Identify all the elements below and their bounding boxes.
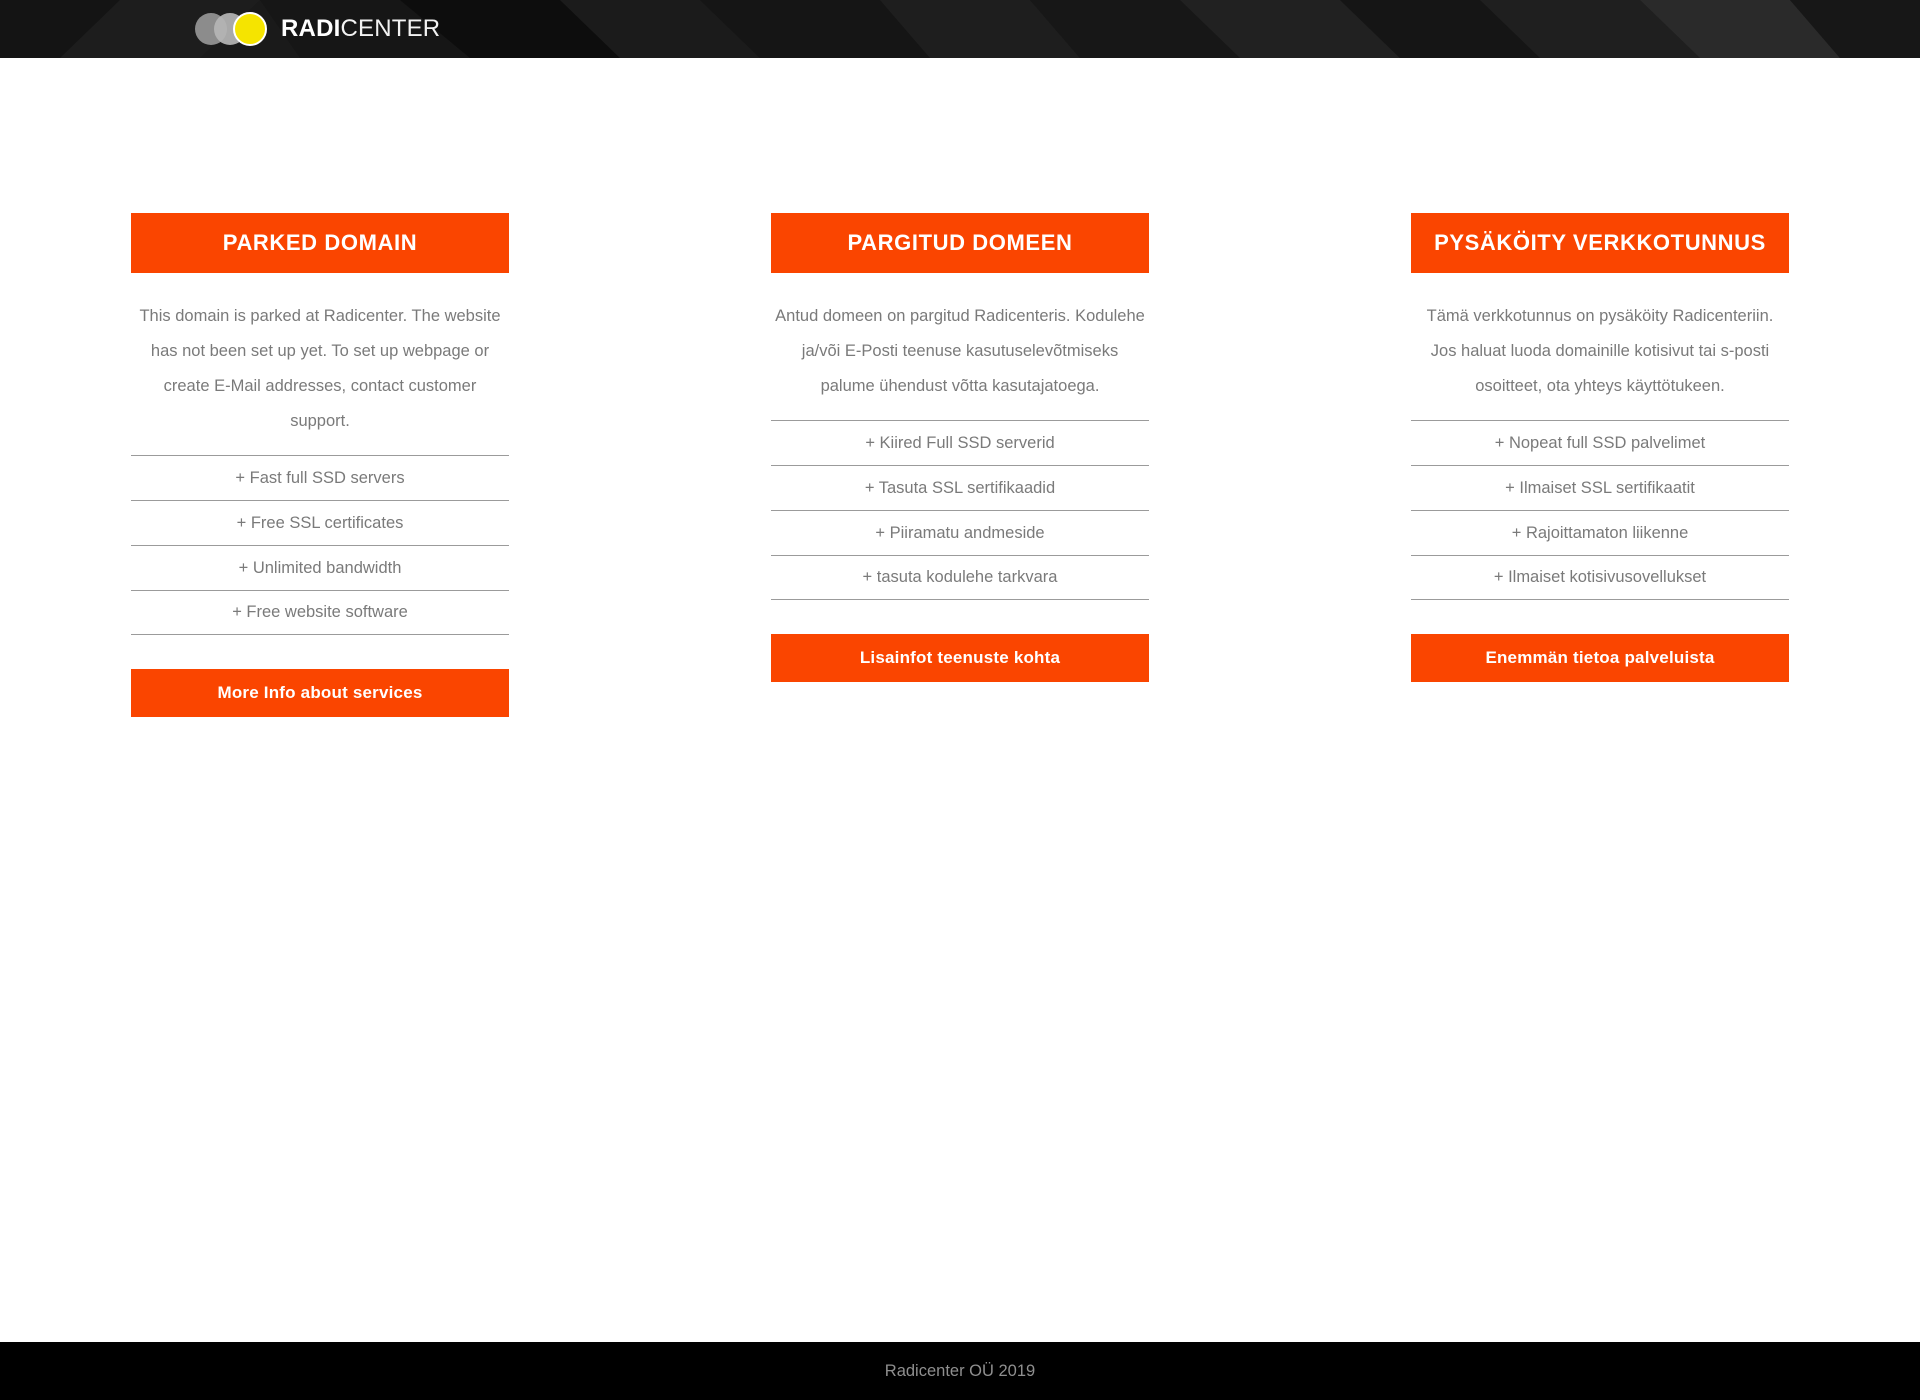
card-parked-domain-en: PARKED DOMAIN This domain is parked at R…: [131, 213, 509, 717]
list-item: + Fast full SSD servers: [131, 455, 509, 500]
feature-list: + Fast full SSD servers + Free SSL certi…: [131, 455, 509, 635]
more-info-button[interactable]: Lisainfot teenuste kohta: [771, 634, 1149, 682]
card-title: PARKED DOMAIN: [131, 213, 509, 273]
list-item: + Free website software: [131, 590, 509, 635]
card-description: Tämä verkkotunnus on pysäköity Radicente…: [1426, 307, 1774, 395]
card-parked-domain-et: PARGITUD DOMEEN Antud domeen on pargitud…: [771, 213, 1149, 717]
card-description: Antud domeen on pargitud Radicenteris. K…: [775, 307, 1145, 395]
list-item: + Kiired Full SSD serverid: [771, 420, 1149, 465]
card-description: This domain is parked at Radicenter. The…: [139, 307, 501, 430]
footer-copyright: Radicenter OÜ 2019: [884, 1361, 1036, 1380]
card-title: PARGITUD DOMEEN: [771, 213, 1149, 273]
list-item: + Free SSL certificates: [131, 500, 509, 545]
card-parked-domain-fi: PYSÄKÖITY VERKKOTUNNUS Tämä verkkotunnus…: [1411, 213, 1789, 717]
logo-wordmark: RADICENTER: [281, 17, 440, 41]
site-header: RADICENTER: [0, 0, 1920, 58]
feature-list: + Nopeat full SSD palvelimet + Ilmaiset …: [1411, 420, 1789, 600]
main-content: PARKED DOMAIN This domain is parked at R…: [0, 58, 1920, 1342]
brand-logo[interactable]: RADICENTER: [195, 9, 440, 49]
list-item: + Ilmaiset kotisivusovellukset: [1411, 555, 1789, 600]
more-info-button[interactable]: More Info about services: [131, 669, 509, 717]
feature-list: + Kiired Full SSD serverid + Tasuta SSL …: [771, 420, 1149, 600]
logo-circle-yellow-icon: [233, 12, 267, 46]
site-footer: Radicenter OÜ 2019: [0, 1342, 1920, 1400]
list-item: + tasuta kodulehe tarkvara: [771, 555, 1149, 600]
list-item: + Ilmaiset SSL sertifikaatit: [1411, 465, 1789, 510]
list-item: + Rajoittamaton liikenne: [1411, 510, 1789, 555]
logo-wordmark-light: CENTER: [340, 15, 441, 42]
logo-wordmark-bold: RADI: [281, 15, 341, 42]
card-title: PYSÄKÖITY VERKKOTUNNUS: [1411, 213, 1789, 273]
logo-circles: [195, 11, 279, 47]
more-info-button[interactable]: Enemmän tietoa palveluista: [1411, 634, 1789, 682]
cards-row: PARKED DOMAIN This domain is parked at R…: [0, 213, 1920, 717]
list-item: + Tasuta SSL sertifikaadid: [771, 465, 1149, 510]
list-item: + Piiramatu andmeside: [771, 510, 1149, 555]
page-root: RADICENTER PARKED DOMAIN This domain is …: [0, 0, 1920, 1400]
list-item: + Nopeat full SSD palvelimet: [1411, 420, 1789, 465]
list-item: + Unlimited bandwidth: [131, 545, 509, 590]
